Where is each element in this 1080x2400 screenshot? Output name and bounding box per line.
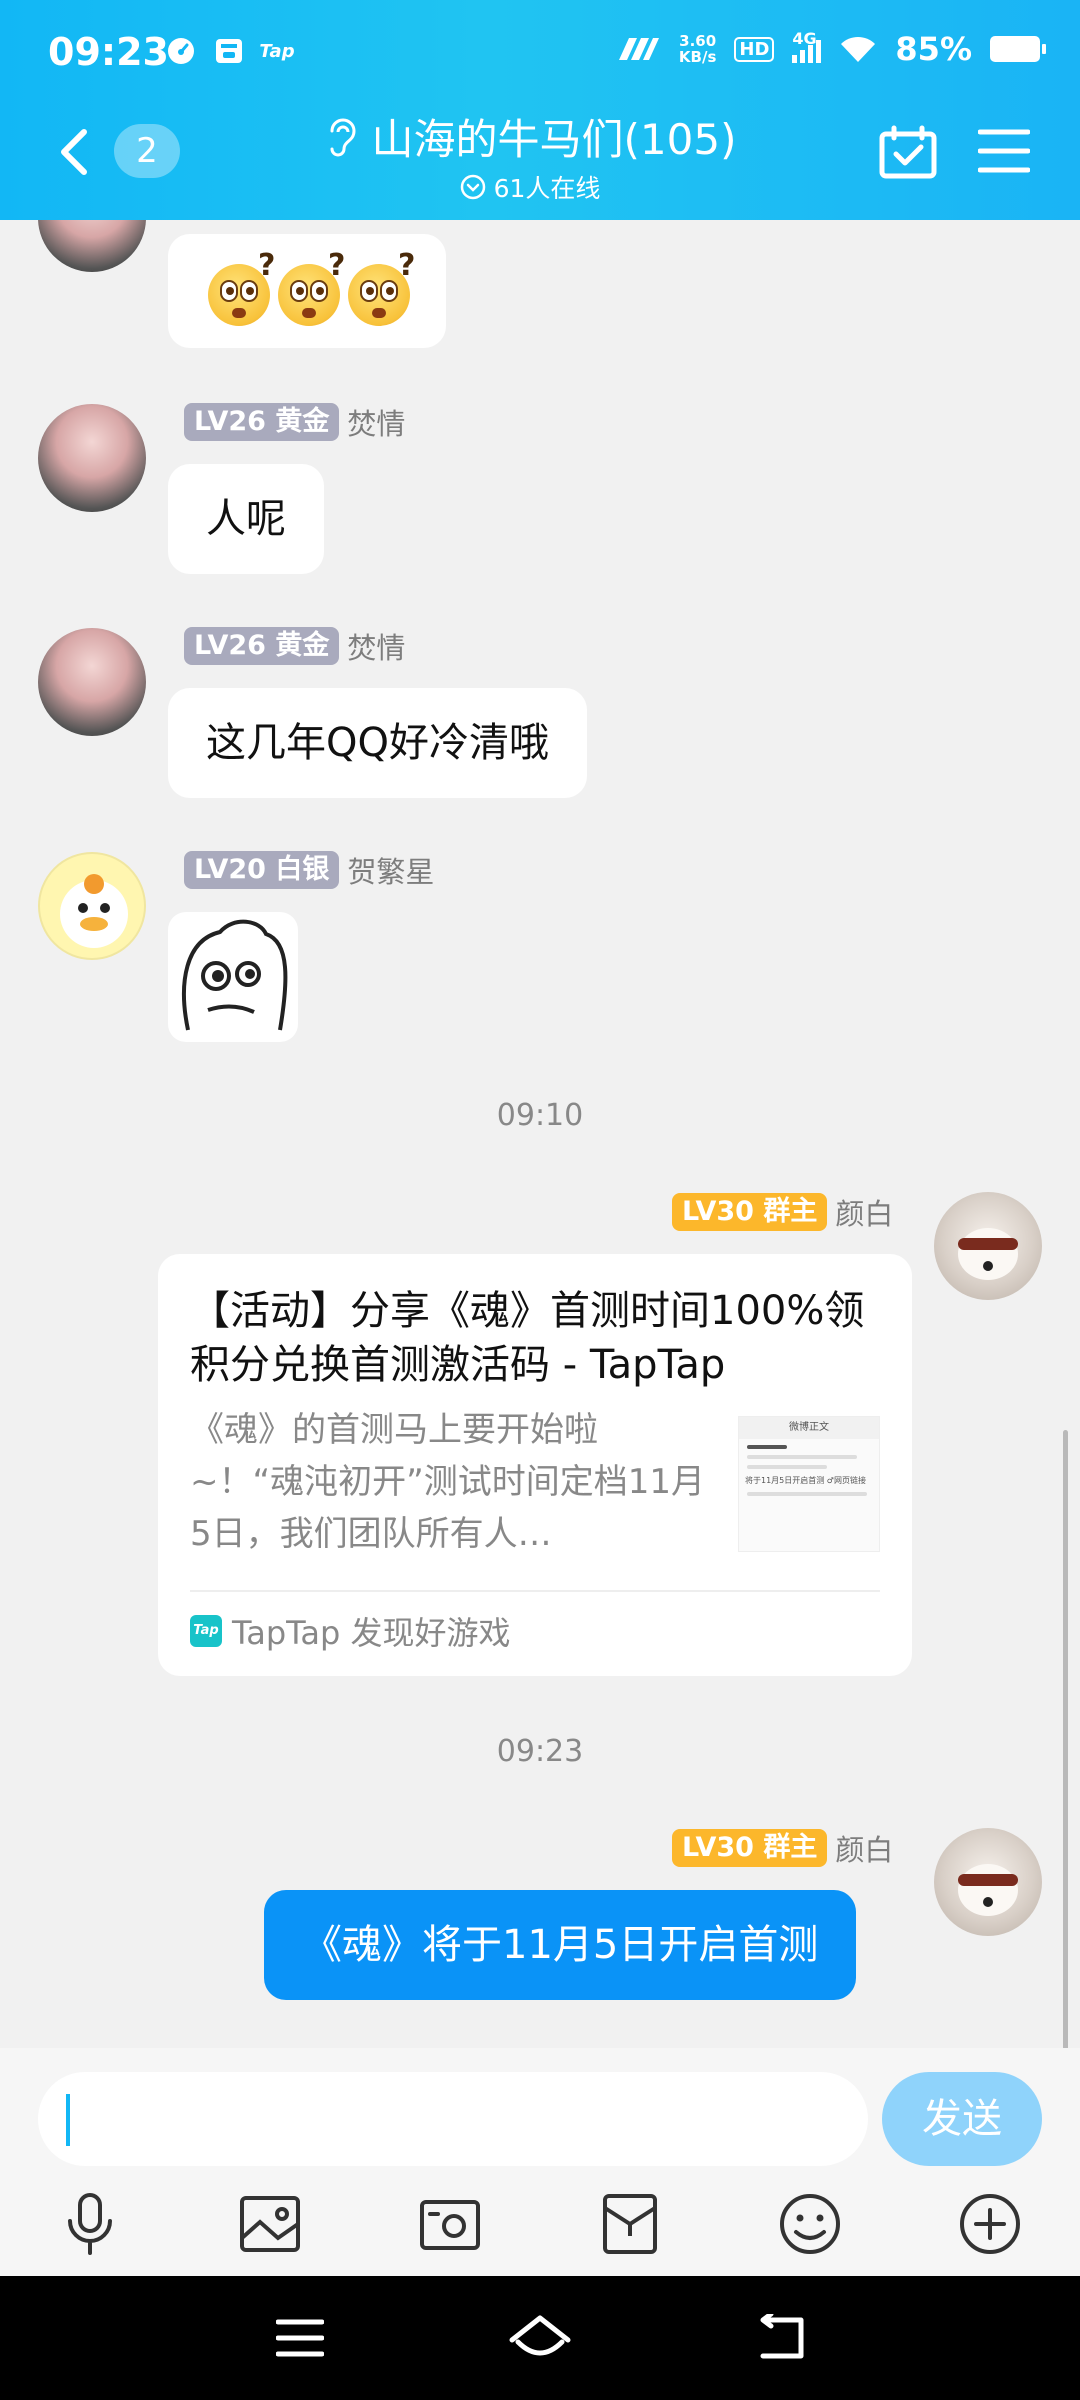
status-bar: 09:23 Tap 3.60 KB/s HD 4G 85% <box>0 0 1080 100</box>
status-left-icons: Tap <box>164 34 295 68</box>
avatar[interactable] <box>38 628 146 736</box>
emoji-button[interactable] <box>770 2184 850 2264</box>
red-packet-button[interactable] <box>590 2184 670 2264</box>
link-card-description: 《魂》的首测马上要开始啦~！“魂沌初开”测试时间定档11月5日，我们团队所有人… <box>190 1410 705 1554</box>
home-icon <box>509 2315 571 2356</box>
system-navigation-bar <box>0 2276 1080 2400</box>
red-packet-icon <box>603 2194 657 2254</box>
hd-icon: HD <box>734 36 775 62</box>
sender-meta: LV20 白银 贺繁星 <box>184 850 434 890</box>
net-speed-unit: KB/s <box>678 48 717 66</box>
cartoon-sticker-icon <box>182 919 288 1031</box>
chat-header: 09:23 Tap 3.60 KB/s HD 4G 85% 2 山海的牛马们(1… <box>0 0 1080 220</box>
group-title: 山海的牛马们(105) <box>371 115 737 164</box>
calendar-check-icon <box>879 125 937 179</box>
message-bubble[interactable]: 这几年QQ好冷清哦 <box>168 688 587 798</box>
send-button[interactable]: 发送 <box>882 2072 1042 2166</box>
microphone-icon <box>68 2193 112 2255</box>
wallet-icon <box>212 34 246 68</box>
timestamp: 09:10 <box>496 1098 584 1133</box>
plus-icon <box>960 2194 1020 2254</box>
sender-meta: LV26 黄金 焚情 <box>184 626 405 666</box>
home-button[interactable] <box>508 2306 572 2370</box>
more-menu-button[interactable] <box>977 128 1031 174</box>
sticker-message[interactable] <box>168 912 298 1042</box>
level-badge: LV26 黄金 <box>184 627 340 665</box>
sender-meta: LV30 群主 颜白 <box>672 1192 893 1232</box>
timestamp: 09:23 <box>496 1734 584 1769</box>
voice-button[interactable] <box>50 2184 130 2264</box>
avatar[interactable] <box>934 1828 1042 1936</box>
sender-meta: LV30 群主 颜白 <box>672 1828 893 1868</box>
self-message-bubble[interactable]: 《魂》将于11月5日开启首测 <box>264 1890 857 2000</box>
back-icon <box>760 2314 804 2359</box>
taptap-logo-icon: Tap <box>190 1615 222 1647</box>
battery-icon <box>990 36 1046 62</box>
menu-icon <box>276 2319 324 2357</box>
network-type: 4G <box>792 29 817 48</box>
sender-nickname[interactable]: 焚情 <box>347 625 405 667</box>
net-speed: 3.60 KB/s <box>679 33 716 65</box>
avatar[interactable] <box>38 852 146 960</box>
composer-toolbar <box>0 2184 1080 2264</box>
owner-badge: LV30 群主 <box>672 1829 828 1867</box>
status-right-icons: 3.60 KB/s HD 4G 85% <box>615 29 1046 68</box>
smiley-icon <box>780 2194 840 2254</box>
composer: 发送 <box>0 2048 1080 2276</box>
back-nav-button[interactable] <box>748 2306 812 2370</box>
chevron-circle-icon <box>460 174 485 200</box>
taptap-icon: Tap <box>259 40 295 62</box>
signal-speed-icon <box>618 38 659 60</box>
status-time: 09:23 <box>48 30 169 74</box>
text-caret <box>66 2094 70 2146</box>
sender-meta: LV26 黄金 焚情 <box>184 402 405 442</box>
sender-nickname[interactable]: 颜白 <box>835 1827 893 1869</box>
link-card-title: 【活动】分享《魂》首测时间100%领积分兑换首测激活码 - TapTap <box>190 1288 865 1388</box>
dog-avatar-icon <box>958 1864 1018 1916</box>
duck-avatar-icon <box>60 874 128 948</box>
sender-nickname[interactable]: 贺繁星 <box>347 849 434 891</box>
avatar[interactable] <box>38 220 146 272</box>
emoji-message-bubble[interactable]: ? ? ? <box>168 234 446 348</box>
dog-avatar-icon <box>958 1228 1018 1280</box>
camera-button[interactable] <box>410 2184 490 2264</box>
scrollbar[interactable] <box>1063 1430 1068 2048</box>
online-count: 61人在线 <box>493 174 601 203</box>
recent-apps-button[interactable] <box>268 2306 332 2370</box>
chevron-left-icon <box>61 129 87 175</box>
speedometer-icon <box>164 34 198 68</box>
message-input[interactable] <box>38 2072 868 2166</box>
source-label: TapTap 发现好游戏 <box>232 1614 511 1652</box>
thumbnail-header: 微博正文 <box>739 1417 879 1439</box>
message-list[interactable]: ? ? ? LV26 黄金 焚情 人呢 LV26 黄金 焚情 这几年QQ好冷清哦… <box>0 220 1080 2048</box>
hamburger-menu-icon <box>977 129 1031 173</box>
message-bubble[interactable]: 人呢 <box>168 464 324 574</box>
sender-nickname[interactable]: 颜白 <box>835 1191 893 1233</box>
net-speed-value: 3.60 <box>679 32 717 50</box>
cell-signal-icon: 4G <box>792 29 822 63</box>
sender-nickname[interactable]: 焚情 <box>347 401 405 443</box>
level-badge: LV26 黄金 <box>184 403 340 441</box>
more-actions-button[interactable] <box>950 2184 1030 2264</box>
battery-percent: 85% <box>895 30 972 68</box>
ear-icon <box>330 118 356 156</box>
camera-icon <box>420 2200 480 2250</box>
chat-title-area[interactable]: 山海的牛马们(105) 61人在线 <box>290 106 770 205</box>
level-badge: LV20 白银 <box>184 851 340 889</box>
link-card[interactable]: 【活动】分享《魂》首测时间100%领积分兑换首测激活码 - TapTap 《魂》… <box>158 1254 912 1676</box>
owner-badge: LV30 群主 <box>672 1193 828 1231</box>
image-icon <box>240 2196 300 2252</box>
avatar[interactable] <box>934 1192 1042 1300</box>
calendar-button[interactable] <box>878 124 938 180</box>
wifi-icon <box>841 36 876 62</box>
unread-count-badge[interactable]: 2 <box>114 124 180 178</box>
thumbnail-link-text: 将于11月5日开启首测 ♂网页链接 <box>745 1476 866 1485</box>
link-card-thumbnail: 微博正文 将于11月5日开启首测 ♂网页链接 <box>738 1416 880 1552</box>
avatar[interactable] <box>38 404 146 512</box>
link-card-source: Tap TapTap 发现好游戏 <box>190 1608 511 1654</box>
gallery-button[interactable] <box>230 2184 310 2264</box>
card-divider <box>190 1590 880 1592</box>
back-button[interactable] <box>52 124 96 180</box>
